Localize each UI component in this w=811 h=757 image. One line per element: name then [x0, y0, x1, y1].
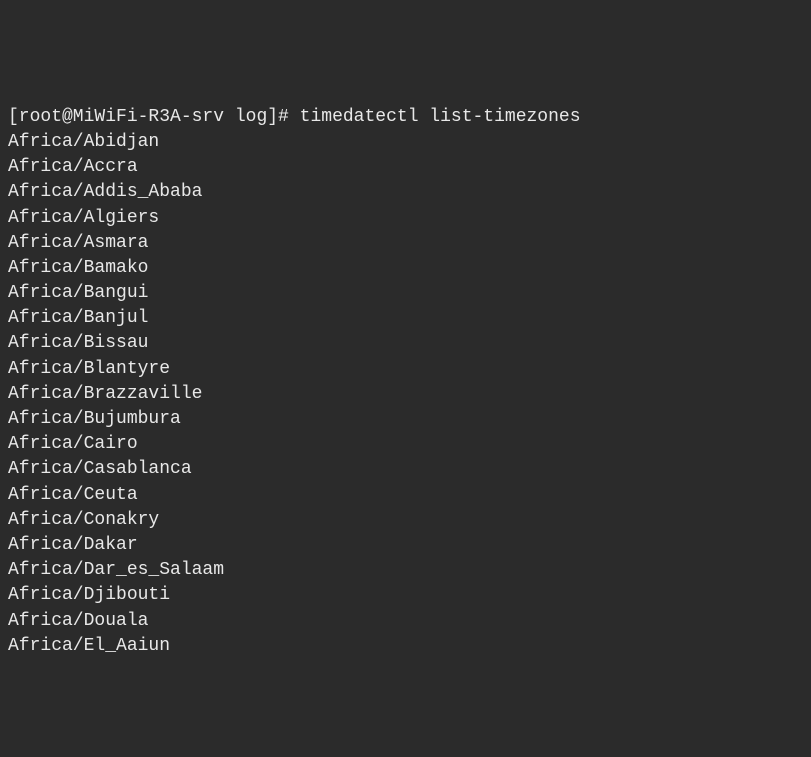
list-item: Africa/El_Aaiun — [8, 634, 803, 659]
list-item: Africa/Bangui — [8, 281, 803, 306]
list-item: Africa/Djibouti — [8, 583, 803, 608]
list-item: Africa/Abidjan — [8, 130, 803, 155]
list-item: Africa/Banjul — [8, 306, 803, 331]
list-item: Africa/Bujumbura — [8, 407, 803, 432]
shell-prompt: [root@MiWiFi-R3A-srv log]# timedatectl l… — [8, 107, 581, 127]
prompt-text: [root@MiWiFi-R3A-srv log]# — [8, 107, 289, 127]
terminal-window[interactable]: [root@MiWiFi-R3A-srv log]# timedatectl l… — [8, 105, 803, 631]
list-item: Africa/Bissau — [8, 331, 803, 356]
list-item: Africa/Algiers — [8, 206, 803, 231]
list-item: Africa/Brazzaville — [8, 382, 803, 407]
list-item: Africa/Dakar — [8, 533, 803, 558]
list-item: Africa/Ceuta — [8, 483, 803, 508]
list-item: Africa/Asmara — [8, 231, 803, 256]
list-item: Africa/Conakry — [8, 508, 803, 533]
list-item: Africa/Blantyre — [8, 357, 803, 382]
list-item: Africa/Dar_es_Salaam — [8, 558, 803, 583]
list-item: Africa/Addis_Ababa — [8, 180, 803, 205]
list-item: Africa/Accra — [8, 155, 803, 180]
list-item: Africa/Bamako — [8, 256, 803, 281]
list-item: Africa/Douala — [8, 609, 803, 634]
list-item: Africa/Cairo — [8, 432, 803, 457]
list-item: Africa/Casablanca — [8, 457, 803, 482]
command-text: timedatectl list-timezones — [300, 107, 581, 127]
